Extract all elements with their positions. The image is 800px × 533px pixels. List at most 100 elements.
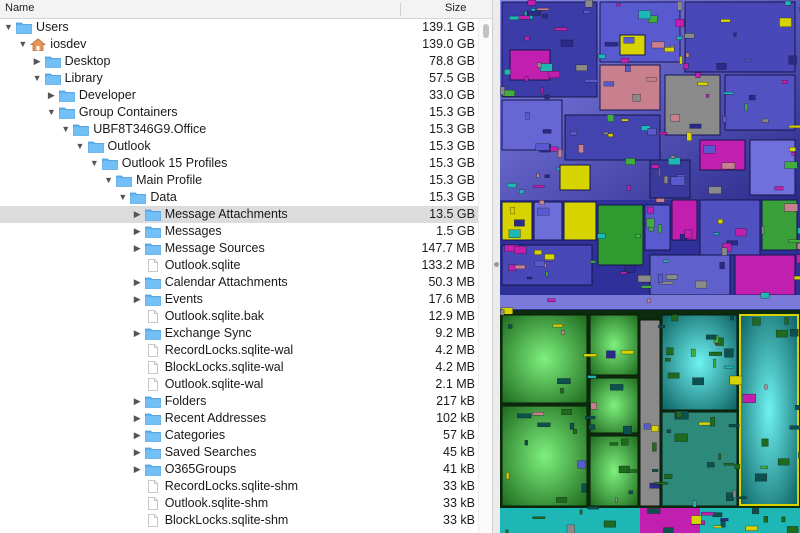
treemap-cell[interactable] <box>707 462 715 468</box>
treemap-cell[interactable] <box>542 13 548 19</box>
treemap-cell[interactable] <box>569 422 575 430</box>
tree-row[interactable]: Outlook.sqlite.bak 12.9 MB <box>0 308 478 325</box>
size-column-header[interactable]: Size <box>445 2 466 14</box>
treemap-cell[interactable] <box>587 506 599 510</box>
tree-row[interactable]: ▶ Exchange Sync 9.2 MB <box>0 325 478 342</box>
treemap-cell[interactable] <box>540 87 544 95</box>
treemap-cell[interactable] <box>788 125 800 129</box>
treemap-cell[interactable] <box>556 167 560 171</box>
treemap-cell[interactable] <box>703 145 716 154</box>
treemap-cell[interactable] <box>784 203 798 212</box>
disclosure-triangle-collapsed-icon[interactable]: ▶ <box>132 206 143 223</box>
split-view-divider[interactable] <box>492 0 500 533</box>
treemap-cell[interactable] <box>692 377 704 386</box>
tree-row[interactable]: ▶ Folders 217 kB <box>0 393 478 410</box>
treemap-cell[interactable] <box>500 309 505 316</box>
treemap-cell[interactable] <box>775 329 788 338</box>
treemap-cell[interactable] <box>514 219 525 227</box>
treemap-cell[interactable] <box>581 483 587 493</box>
treemap-cell[interactable] <box>676 36 683 40</box>
treemap-cell[interactable] <box>679 56 683 65</box>
treemap-cell[interactable] <box>547 298 556 303</box>
treemap-cell[interactable] <box>777 458 790 466</box>
treemap-cell[interactable] <box>560 39 574 47</box>
treemap-cell[interactable] <box>748 94 756 101</box>
treemap-cell[interactable] <box>761 438 769 447</box>
treemap-cell[interactable] <box>566 524 575 533</box>
treemap-cell[interactable] <box>524 36 530 41</box>
treemap-cell[interactable] <box>624 265 636 273</box>
treemap-cell[interactable] <box>705 334 717 340</box>
treemap-canvas[interactable] <box>500 0 800 533</box>
treemap-cell[interactable] <box>536 173 540 178</box>
tree-row[interactable]: ▶ Recent Addresses 102 kB <box>0 410 478 427</box>
treemap-cell[interactable] <box>651 164 660 169</box>
treemap-cell[interactable] <box>791 152 796 156</box>
treemap-cell[interactable] <box>604 42 619 47</box>
treemap-cell[interactable] <box>647 206 654 214</box>
treemap-cell[interactable] <box>689 123 702 129</box>
treemap-cell[interactable] <box>508 324 513 329</box>
treemap-cell[interactable] <box>664 357 671 362</box>
treemap-cell[interactable] <box>545 271 549 277</box>
treemap-cell[interactable] <box>588 424 596 430</box>
scrollbar-thumb[interactable] <box>483 24 489 38</box>
treemap-cell[interactable] <box>695 72 701 78</box>
treemap-cell[interactable] <box>507 183 517 188</box>
treemap-cell[interactable] <box>663 259 669 263</box>
treemap-cell[interactable] <box>625 65 631 72</box>
treemap-cell[interactable] <box>577 460 586 469</box>
treemap-cell[interactable] <box>533 185 545 188</box>
treemap-cell[interactable] <box>674 433 688 442</box>
treemap-cell[interactable] <box>732 489 737 498</box>
treemap-cell[interactable] <box>527 0 536 6</box>
disclosure-triangle-collapsed-icon[interactable]: ▶ <box>46 87 57 104</box>
treemap-cell[interactable] <box>584 0 593 8</box>
disclosure-triangle-collapsed-icon[interactable]: ▶ <box>132 410 143 427</box>
treemap-cell[interactable] <box>658 273 663 283</box>
column-separator[interactable] <box>400 3 401 16</box>
tree-row[interactable]: Outlook.sqlite 133.2 MB <box>0 257 478 274</box>
treemap-cell[interactable] <box>658 224 662 234</box>
treemap-cell[interactable] <box>718 453 721 460</box>
treemap-cell[interactable] <box>603 520 616 528</box>
treemap-cell[interactable] <box>708 186 722 194</box>
treemap-cell[interactable] <box>659 132 668 135</box>
treemap-cell[interactable] <box>597 233 606 239</box>
treemap-cell[interactable] <box>573 429 577 434</box>
treemap-cell[interactable] <box>721 162 736 170</box>
tree-row[interactable]: ▶ Message Attachments 13.5 GB <box>0 206 478 223</box>
tree-row[interactable]: Outlook.sqlite-wal 2.1 MB <box>0 376 478 393</box>
treemap-cell[interactable] <box>561 409 572 415</box>
treemap-cell[interactable] <box>742 393 756 403</box>
treemap-cell[interactable] <box>788 55 797 65</box>
treemap-cell[interactable] <box>651 425 659 432</box>
treemap-cell[interactable] <box>540 63 553 72</box>
treemap-cell[interactable] <box>620 438 629 446</box>
disclosure-triangle-collapsed-icon[interactable]: ▶ <box>132 393 143 410</box>
treemap-cell[interactable] <box>550 146 559 152</box>
treemap-cell[interactable] <box>794 275 800 280</box>
treemap-cell[interactable] <box>560 387 564 394</box>
tree-row[interactable]: BlockLocks.sqlite-wal 4.2 MB <box>0 359 478 376</box>
disclosure-triangle-collapsed-icon[interactable]: ▶ <box>132 291 143 308</box>
treemap-cell[interactable] <box>655 198 665 203</box>
treemap-cell[interactable] <box>724 348 734 358</box>
treemap-cell[interactable] <box>583 353 597 357</box>
treemap-cell[interactable] <box>726 492 734 501</box>
treemap-cell[interactable] <box>646 218 655 228</box>
treemap-cell[interactable] <box>609 442 619 446</box>
treemap-cell[interactable] <box>751 508 760 515</box>
treemap-cell[interactable] <box>663 527 674 533</box>
treemap-cell[interactable] <box>716 63 727 70</box>
treemap-cell[interactable] <box>557 378 571 385</box>
treemap-cell[interactable] <box>615 497 618 503</box>
treemap-cell[interactable] <box>616 3 621 7</box>
tree-row[interactable]: ▼ Group Containers 15.3 GB <box>0 104 478 121</box>
tree-row[interactable]: ▼ Main Profile 15.3 GB <box>0 172 478 189</box>
treemap-cell[interactable] <box>620 57 629 64</box>
treemap-cell[interactable] <box>620 350 634 355</box>
treemap-cell[interactable] <box>518 15 530 20</box>
treemap-cell[interactable] <box>542 129 552 134</box>
treemap-cell[interactable] <box>627 469 638 473</box>
